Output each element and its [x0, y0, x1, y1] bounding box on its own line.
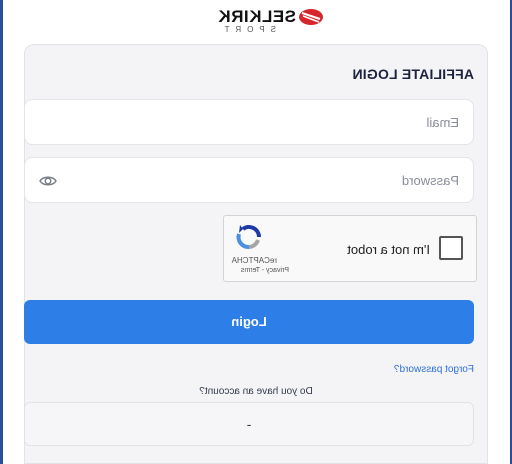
recaptcha-icon — [236, 225, 261, 249]
password-field[interactable]: Password — [24, 157, 474, 203]
no-account-text: Do you have an account? — [199, 386, 313, 397]
recaptcha-brand: reCAPTCHA — [231, 256, 277, 265]
brand-logo[interactable]: SELKIRK SPORT — [186, 6, 324, 36]
login-button[interactable]: Login — [24, 300, 474, 344]
email-placeholder: Email — [426, 115, 459, 130]
signup-button[interactable]: - — [24, 402, 474, 446]
brand-name: SELKIRK — [217, 7, 296, 26]
forgot-password-link[interactable]: Forgot password? — [394, 364, 474, 375]
recaptcha-links[interactable]: Privacy - Terms — [241, 267, 289, 274]
captcha-label: I'm not a robot — [347, 242, 430, 257]
signup-button-label: - — [246, 416, 252, 432]
password-placeholder: Password — [401, 173, 459, 188]
email-field[interactable]: Email — [24, 99, 474, 145]
brand-sub: SPORT — [218, 25, 276, 34]
login-page: SELKIRK SPORT AFFILIATE LOGIN Email Pass… — [0, 0, 512, 464]
selkirk-logo-icon — [299, 9, 323, 25]
eye-icon[interactable] — [39, 172, 57, 190]
page-title: AFFILIATE LOGIN — [352, 66, 474, 82]
recaptcha-widget: I'm not a robot reCAPTCHA Privacy - Term… — [223, 215, 477, 282]
login-button-label: Login — [231, 314, 267, 329]
captcha-checkbox[interactable] — [439, 236, 463, 260]
